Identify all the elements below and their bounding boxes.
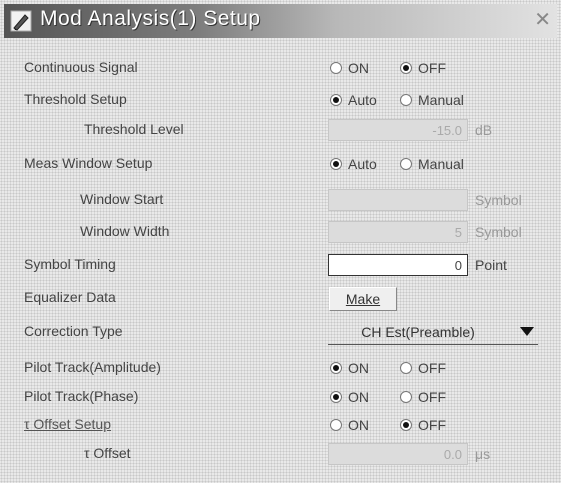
offset-setup-label[interactable]: τ Offset Setup: [24, 416, 111, 432]
continuous-signal-label: Continuous Signal: [24, 59, 138, 75]
pilot-amplitude-off-radio[interactable]: OFF: [400, 360, 446, 376]
window-start-row: Window Start Symbol: [0, 189, 561, 213]
offset-row: τ Offset 0.0 μs: [0, 443, 561, 467]
continuous-signal-row: Continuous Signal ON OFF: [0, 57, 561, 81]
pilot-track-phase-label: Pilot Track(Phase): [24, 388, 139, 404]
meas-window-manual-radio[interactable]: Manual: [400, 156, 464, 172]
correction-type-row: Correction Type CH Est(Preamble): [0, 321, 561, 345]
window-width-label: Window Width: [80, 223, 170, 239]
pilot-amplitude-on-radio[interactable]: ON: [330, 360, 369, 376]
meas-window-setup-row: Meas Window Setup Auto Manual: [0, 153, 561, 177]
window-width-unit: Symbol: [475, 224, 522, 240]
equalizer-data-label: Equalizer Data: [24, 289, 116, 305]
pen-icon: [10, 10, 32, 32]
equalizer-data-row: Equalizer Data Make: [0, 287, 561, 311]
offset-setup-row: τ Offset Setup ON OFF: [0, 414, 561, 438]
threshold-setup-label: Threshold Setup: [24, 91, 127, 107]
threshold-manual-radio[interactable]: Manual: [400, 92, 464, 108]
close-button[interactable]: ✕: [534, 10, 551, 30]
threshold-level-unit: dB: [475, 122, 493, 138]
correction-type-select[interactable]: CH Est(Preamble): [328, 321, 538, 345]
pilot-track-amplitude-label: Pilot Track(Amplitude): [24, 359, 161, 375]
threshold-setup-row: Threshold Setup Auto Manual: [0, 89, 561, 113]
threshold-level-input[interactable]: -15.0: [328, 119, 468, 141]
symbol-timing-unit: Point: [475, 257, 507, 273]
symbol-timing-label: Symbol Timing: [24, 256, 116, 272]
correction-type-label: Correction Type: [24, 323, 123, 339]
meas-window-auto-radio[interactable]: Auto: [330, 156, 377, 172]
offset-on-radio[interactable]: ON: [330, 417, 369, 433]
continuous-signal-on-radio[interactable]: ON: [330, 60, 369, 76]
window-width-row: Window Width 5 Symbol: [0, 221, 561, 245]
pilot-track-phase-row: Pilot Track(Phase) ON OFF: [0, 386, 561, 410]
pilot-phase-on-radio[interactable]: ON: [330, 389, 369, 405]
threshold-level-row: Threshold Level -15.0 dB: [0, 119, 561, 143]
window-start-input[interactable]: [328, 189, 468, 211]
continuous-signal-off-radio[interactable]: OFF: [400, 60, 446, 76]
symbol-timing-row: Symbol Timing 0 Point: [0, 254, 561, 278]
title-bar: Mod Analysis(1) Setup ✕: [4, 4, 557, 38]
offset-label: τ Offset: [84, 445, 131, 461]
pilot-track-amplitude-row: Pilot Track(Amplitude) ON OFF: [0, 357, 561, 381]
offset-input[interactable]: 0.0: [328, 443, 468, 465]
meas-window-setup-label: Meas Window Setup: [24, 155, 153, 171]
threshold-level-label: Threshold Level: [84, 121, 184, 137]
threshold-auto-radio[interactable]: Auto: [330, 92, 377, 108]
symbol-timing-input[interactable]: 0: [328, 254, 468, 276]
window-start-unit: Symbol: [475, 192, 522, 208]
window-start-label: Window Start: [80, 191, 164, 207]
chevron-down-icon: [520, 327, 534, 336]
mod-analysis-setup-dialog: Mod Analysis(1) Setup ✕ Continuous Signa…: [0, 0, 561, 483]
window-title: Mod Analysis(1) Setup: [40, 7, 261, 30]
make-button[interactable]: Make: [329, 287, 397, 311]
offset-off-radio[interactable]: OFF: [400, 417, 446, 433]
pilot-phase-off-radio[interactable]: OFF: [400, 389, 446, 405]
correction-type-value: CH Est(Preamble): [361, 324, 475, 340]
window-width-input[interactable]: 5: [328, 221, 468, 243]
offset-unit: μs: [475, 446, 491, 462]
close-icon: ✕: [534, 9, 551, 31]
